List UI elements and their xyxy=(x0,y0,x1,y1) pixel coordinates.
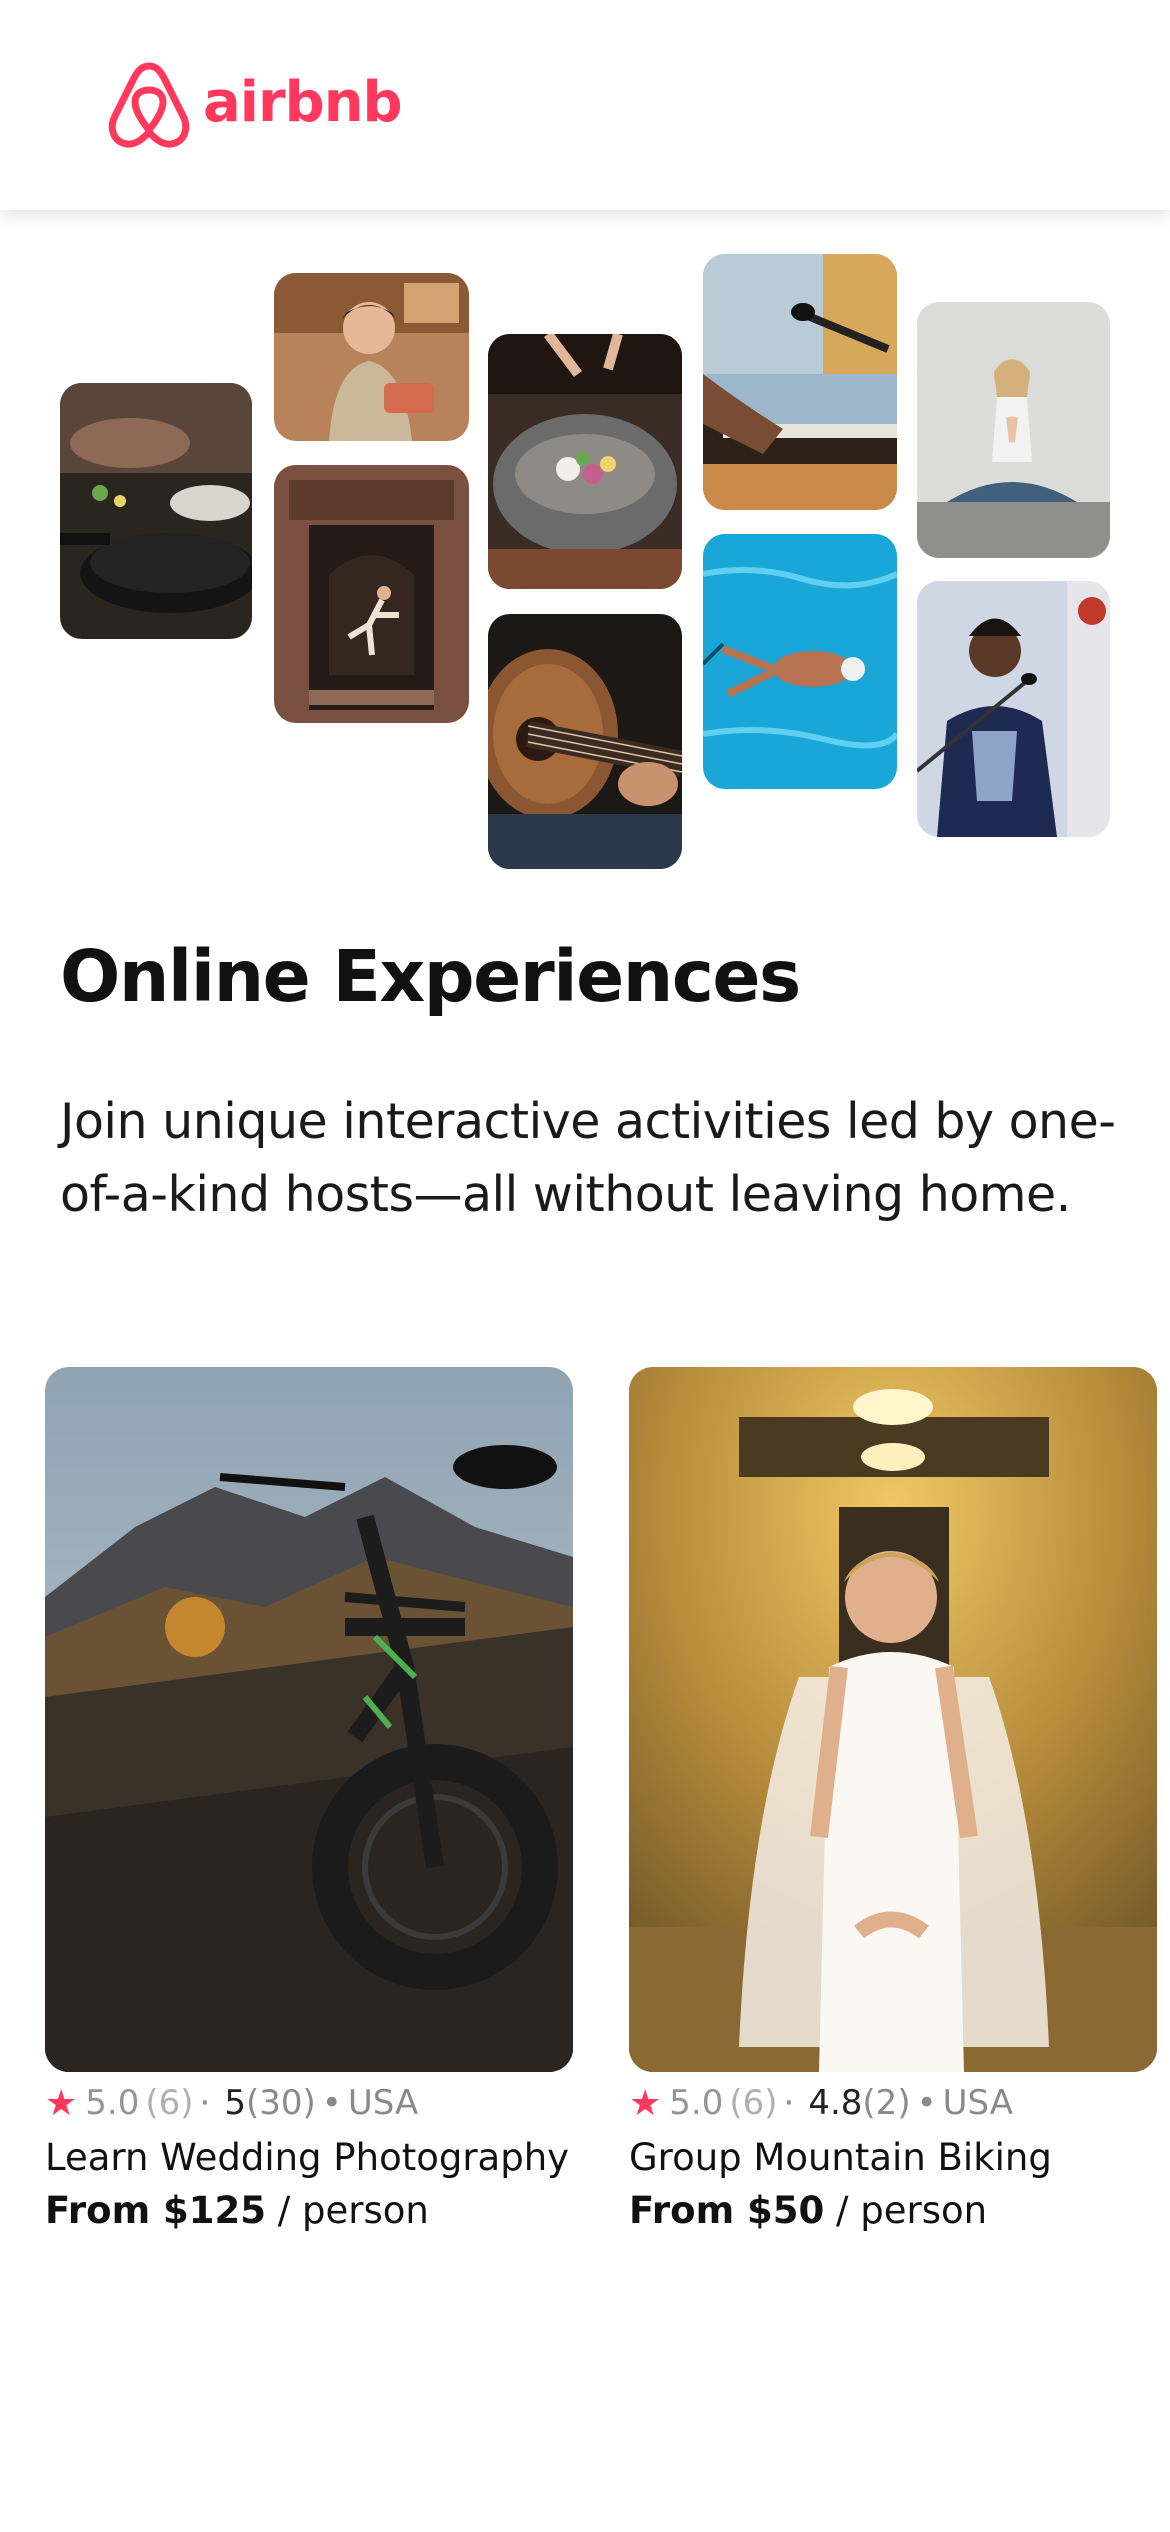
plated-bowl-photo xyxy=(488,334,682,589)
experience-price: From $125 / person xyxy=(45,2189,573,2232)
doorway-dancer-photo xyxy=(274,465,469,723)
ghost-rating: 5.0 xyxy=(669,2083,724,2123)
cooking-pan-photo xyxy=(60,383,252,639)
star-icon: ★ xyxy=(45,2082,78,2124)
bride-portrait-photo[interactable] xyxy=(629,1367,1157,2072)
price-amount: From $125 xyxy=(45,2189,266,2232)
location-label: USA xyxy=(942,2083,1014,2123)
experience-card[interactable]: ★ 5.0 (6) · 4.8 (2) • USA Group Mountain… xyxy=(629,1367,1157,2232)
yoga-meditation-photo xyxy=(917,302,1110,558)
review-count: (2) xyxy=(862,2083,911,2123)
airbnb-logo-icon xyxy=(108,62,190,148)
rating-value: 4.8 xyxy=(808,2083,863,2123)
separator-dot: • xyxy=(916,2083,937,2123)
rating-value: 5 xyxy=(224,2083,246,2123)
separator-dot: · xyxy=(199,2083,211,2123)
ghost-review-count: (6) xyxy=(729,2083,778,2123)
app-header: airbnb xyxy=(0,0,1170,210)
experience-card[interactable]: ★ 5.0 (6) · 5 (30) • USA Learn Wedding P… xyxy=(45,1367,573,2232)
brand-wordmark: airbnb xyxy=(203,69,403,135)
price-unit: / person xyxy=(266,2189,429,2232)
experience-title[interactable]: Group Mountain Biking xyxy=(629,2136,1157,2179)
location-label: USA xyxy=(347,2083,419,2123)
airbnb-logo[interactable]: airbnb xyxy=(105,58,403,152)
price-amount: From $50 xyxy=(629,2189,825,2232)
card-rating-row: ★ 5.0 (6) · 5 (30) • USA xyxy=(45,2080,573,2126)
swimmer-pool-photo xyxy=(703,534,897,789)
star-icon: ★ xyxy=(629,2082,662,2124)
microphone-keyboard-photo xyxy=(703,254,897,510)
experience-price: From $50 / person xyxy=(629,2189,1157,2232)
ghost-rating: 5.0 xyxy=(85,2083,140,2123)
review-count: (30) xyxy=(245,2083,316,2123)
price-unit: / person xyxy=(824,2189,988,2232)
chef-woman-photo xyxy=(274,273,469,441)
experience-title[interactable]: Learn Wedding Photography xyxy=(45,2136,573,2179)
acoustic-guitar-photo xyxy=(488,614,682,869)
card-rating-row: ★ 5.0 (6) · 4.8 (2) • USA xyxy=(629,2080,1157,2126)
page-title: Online Experiences xyxy=(60,935,801,1018)
page-subtitle: Join unique interactive activities led b… xyxy=(60,1093,1116,1223)
mountain-bike-photo[interactable] xyxy=(45,1367,573,2072)
ghost-review-count: (6) xyxy=(145,2083,194,2123)
separator-dot: · xyxy=(783,2083,795,2123)
separator-dot: • xyxy=(321,2083,342,2123)
singer-microphone-photo xyxy=(917,581,1110,837)
